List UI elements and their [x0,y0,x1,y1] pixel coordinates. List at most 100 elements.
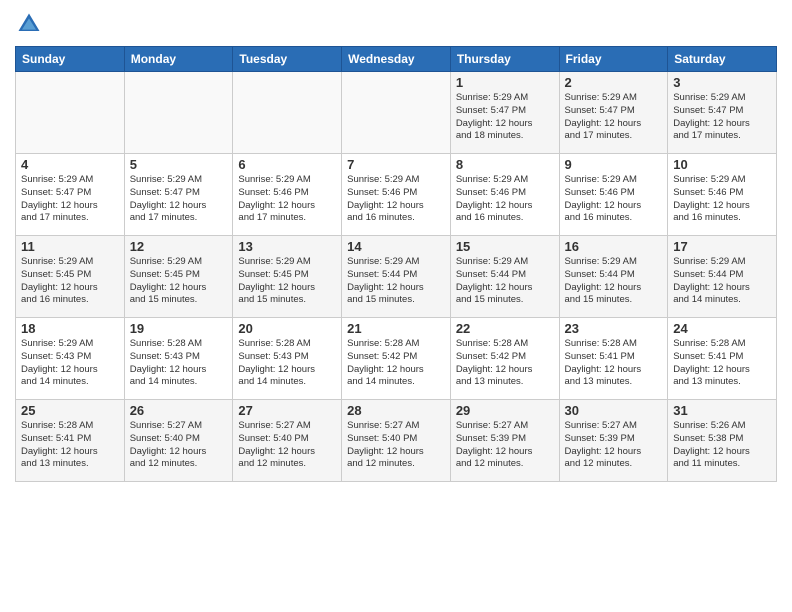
calendar-cell: 12Sunrise: 5:29 AM Sunset: 5:45 PM Dayli… [124,236,233,318]
day-number: 14 [347,239,445,254]
calendar-cell: 14 Sunrise: 5:29 AM Sunset: 5:44 PM Dayli… [342,236,451,318]
day-info: Sunrise: 5:27 AM Sunset: 5:39 PM Dayligh… [456,420,554,471]
calendar-cell: 6 Sunrise: 5:29 AM Sunset: 5:46 PM Daylig… [233,154,342,236]
calendar-cell: 15 Sunrise: 5:29 AM Sunset: 5:44 PM Dayli… [450,236,559,318]
calendar-table: SundayMondayTuesdayWednesdayThursdayFrid… [15,46,777,482]
calendar-cell: 9Sunrise: 5:29 AM Sunset: 5:46 PM Daylig… [559,154,668,236]
day-info: Sunrise: 5:29 AM Sunset: 5:46 PM Dayligh… [456,174,554,225]
day-info: Sunrise: 5:28 AM Sunset: 5:43 PM Dayligh… [238,338,336,389]
calendar-cell: 25Sunrise: 5:28 AM Sunset: 5:41 PM Dayli… [16,400,125,482]
calendar-cell: 30 Sunrise: 5:27 AM Sunset: 5:39 PM Dayli… [559,400,668,482]
calendar-cell [16,72,125,154]
calendar-cell: 3 Sunrise: 5:29 AM Sunset: 5:47 PM Daylig… [668,72,777,154]
day-info: Sunrise: 5:27 AM Sunset: 5:40 PM Dayligh… [130,420,228,471]
day-number: 16 [565,239,663,254]
day-number: 9 [565,157,663,172]
day-number: 2 [565,75,663,90]
day-info: Sunrise: 5:29 AM Sunset: 5:47 PM Dayligh… [130,174,228,225]
day-info: Sunrise: 5:28 AM Sunset: 5:43 PM Dayligh… [130,338,228,389]
day-info: Sunrise: 5:27 AM Sunset: 5:40 PM Dayligh… [347,420,445,471]
calendar-cell: 7Sunrise: 5:29 AM Sunset: 5:46 PM Daylig… [342,154,451,236]
day-number: 11 [21,239,119,254]
day-number: 1 [456,75,554,90]
weekday-header-saturday: Saturday [668,47,777,72]
day-number: 12 [130,239,228,254]
day-number: 27 [238,403,336,418]
day-info: Sunrise: 5:28 AM Sunset: 5:42 PM Dayligh… [347,338,445,389]
day-number: 28 [347,403,445,418]
day-number: 22 [456,321,554,336]
calendar-cell: 31 Sunrise: 5:26 AM Sunset: 5:38 PM Dayli… [668,400,777,482]
calendar-cell: 24Sunrise: 5:28 AM Sunset: 5:41 PM Dayli… [668,318,777,400]
calendar-cell: 1 Sunrise: 5:29 AM Sunset: 5:47 PM Daylig… [450,72,559,154]
weekday-header-friday: Friday [559,47,668,72]
page-container: SundayMondayTuesdayWednesdayThursdayFrid… [0,0,792,492]
day-info: Sunrise: 5:29 AM Sunset: 5:47 PM Dayligh… [21,174,119,225]
calendar-cell: 21 Sunrise: 5:28 AM Sunset: 5:42 PM Dayli… [342,318,451,400]
day-number: 19 [130,321,228,336]
day-info: Sunrise: 5:27 AM Sunset: 5:39 PM Dayligh… [565,420,663,471]
calendar-cell: 8 Sunrise: 5:29 AM Sunset: 5:46 PM Daylig… [450,154,559,236]
day-number: 10 [673,157,771,172]
calendar-week-5: 25Sunrise: 5:28 AM Sunset: 5:41 PM Dayli… [16,400,777,482]
calendar-cell: 19 Sunrise: 5:28 AM Sunset: 5:43 PM Dayli… [124,318,233,400]
day-number: 5 [130,157,228,172]
logo [15,10,47,38]
day-number: 13 [238,239,336,254]
calendar-cell: 18Sunrise: 5:29 AM Sunset: 5:43 PM Dayli… [16,318,125,400]
day-info: Sunrise: 5:29 AM Sunset: 5:46 PM Dayligh… [238,174,336,225]
day-number: 7 [347,157,445,172]
calendar-cell: 27 Sunrise: 5:27 AM Sunset: 5:40 PM Dayli… [233,400,342,482]
day-number: 15 [456,239,554,254]
day-number: 26 [130,403,228,418]
day-number: 17 [673,239,771,254]
day-info: Sunrise: 5:28 AM Sunset: 5:41 PM Dayligh… [565,338,663,389]
day-info: Sunrise: 5:29 AM Sunset: 5:46 PM Dayligh… [673,174,771,225]
calendar-week-1: 1 Sunrise: 5:29 AM Sunset: 5:47 PM Daylig… [16,72,777,154]
day-info: Sunrise: 5:29 AM Sunset: 5:45 PM Dayligh… [21,256,119,307]
weekday-header-row: SundayMondayTuesdayWednesdayThursdayFrid… [16,47,777,72]
day-info: Sunrise: 5:29 AM Sunset: 5:44 PM Dayligh… [565,256,663,307]
day-info: Sunrise: 5:29 AM Sunset: 5:47 PM Dayligh… [673,92,771,143]
calendar-cell [342,72,451,154]
day-info: Sunrise: 5:29 AM Sunset: 5:44 PM Dayligh… [673,256,771,307]
calendar-cell: 28 Sunrise: 5:27 AM Sunset: 5:40 PM Dayli… [342,400,451,482]
day-number: 3 [673,75,771,90]
day-info: Sunrise: 5:28 AM Sunset: 5:42 PM Dayligh… [456,338,554,389]
day-number: 4 [21,157,119,172]
calendar-cell: 22 Sunrise: 5:28 AM Sunset: 5:42 PM Dayli… [450,318,559,400]
calendar-week-3: 11 Sunrise: 5:29 AM Sunset: 5:45 PM Dayli… [16,236,777,318]
weekday-header-tuesday: Tuesday [233,47,342,72]
calendar-cell: 2 Sunrise: 5:29 AM Sunset: 5:47 PM Daylig… [559,72,668,154]
day-info: Sunrise: 5:29 AM Sunset: 5:44 PM Dayligh… [456,256,554,307]
calendar-cell: 5 Sunrise: 5:29 AM Sunset: 5:47 PM Daylig… [124,154,233,236]
day-number: 31 [673,403,771,418]
day-number: 25 [21,403,119,418]
calendar-cell: 29 Sunrise: 5:27 AM Sunset: 5:39 PM Dayli… [450,400,559,482]
calendar-cell [124,72,233,154]
weekday-header-monday: Monday [124,47,233,72]
weekday-header-thursday: Thursday [450,47,559,72]
day-info: Sunrise: 5:29 AM Sunset: 5:47 PM Dayligh… [565,92,663,143]
weekday-header-sunday: Sunday [16,47,125,72]
day-info: Sunrise: 5:29 AM Sunset: 5:45 PM Dayligh… [238,256,336,307]
day-info: Sunrise: 5:27 AM Sunset: 5:40 PM Dayligh… [238,420,336,471]
day-number: 29 [456,403,554,418]
day-number: 23 [565,321,663,336]
calendar-cell: 23 Sunrise: 5:28 AM Sunset: 5:41 PM Dayli… [559,318,668,400]
day-number: 18 [21,321,119,336]
day-number: 30 [565,403,663,418]
calendar-cell: 11 Sunrise: 5:29 AM Sunset: 5:45 PM Dayli… [16,236,125,318]
calendar-cell: 26 Sunrise: 5:27 AM Sunset: 5:40 PM Dayli… [124,400,233,482]
weekday-header-wednesday: Wednesday [342,47,451,72]
calendar-cell: 4 Sunrise: 5:29 AM Sunset: 5:47 PM Daylig… [16,154,125,236]
day-number: 8 [456,157,554,172]
day-info: Sunrise: 5:29 AM Sunset: 5:44 PM Dayligh… [347,256,445,307]
day-number: 6 [238,157,336,172]
calendar-cell [233,72,342,154]
day-number: 21 [347,321,445,336]
day-info: Sunrise: 5:26 AM Sunset: 5:38 PM Dayligh… [673,420,771,471]
header [15,10,777,38]
calendar-cell: 17 Sunrise: 5:29 AM Sunset: 5:44 PM Dayli… [668,236,777,318]
day-info: Sunrise: 5:29 AM Sunset: 5:47 PM Dayligh… [456,92,554,143]
